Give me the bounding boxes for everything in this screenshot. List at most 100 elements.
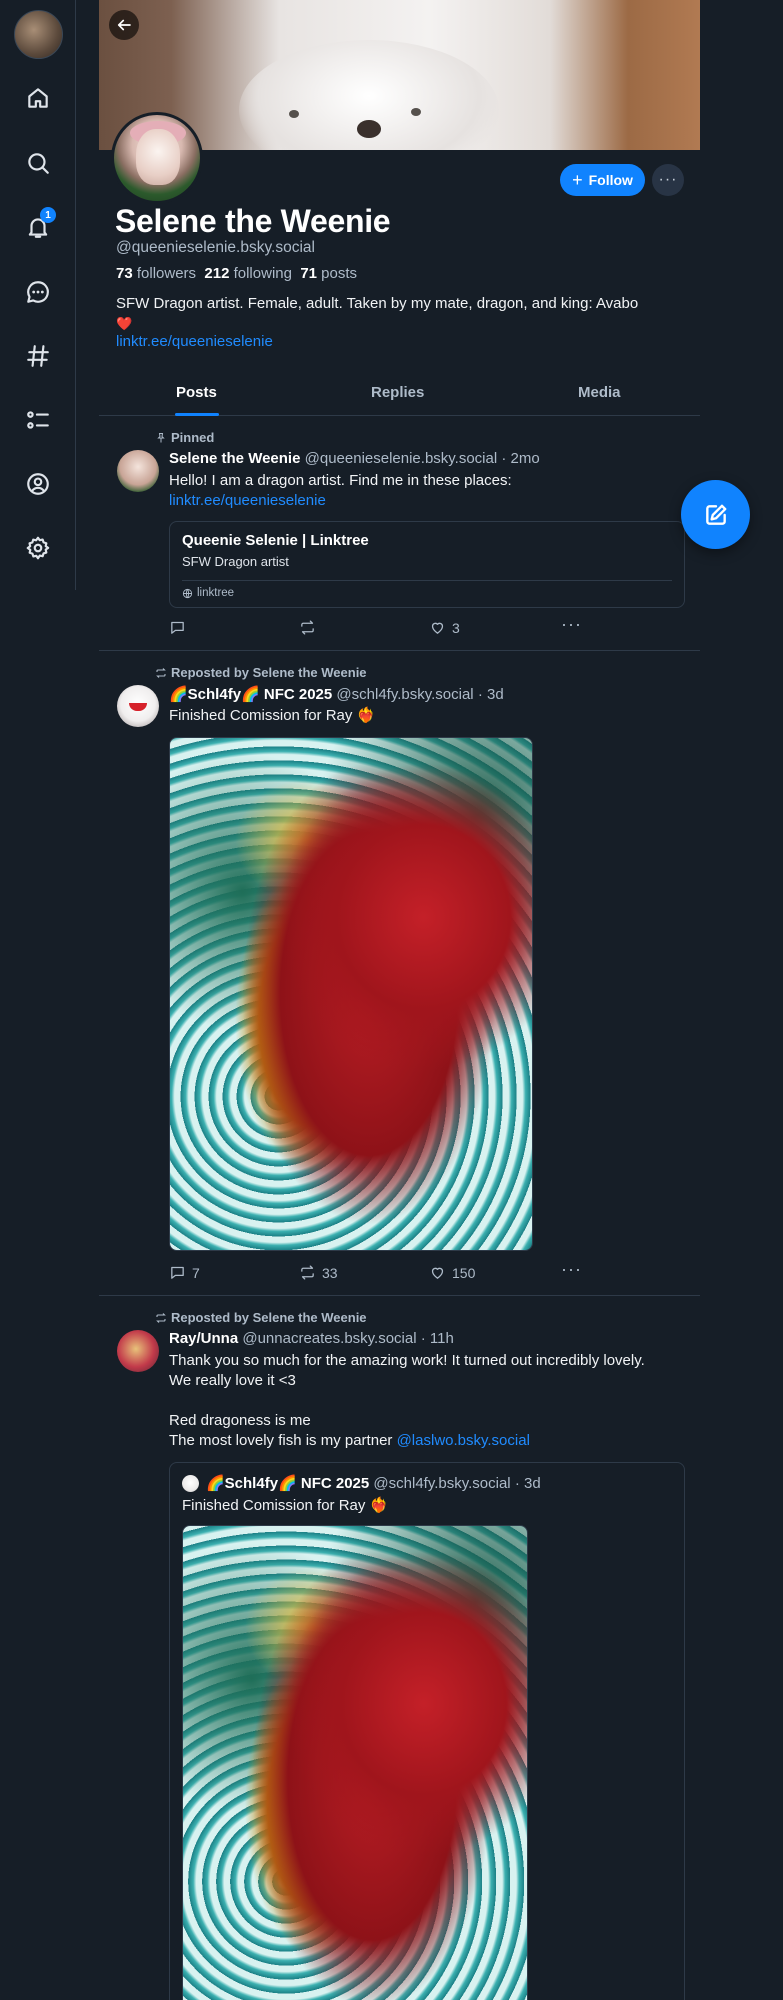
- globe-icon: [182, 588, 193, 598]
- repost-indicator: Reposted by Selene the Weenie: [155, 665, 367, 680]
- compose-post-button[interactable]: [681, 480, 750, 549]
- follow-label: Follow: [588, 172, 633, 188]
- post-time[interactable]: · 2mo: [501, 450, 539, 467]
- post-header: Selene the Weenie @queenieselenie.bsky.s…: [169, 450, 540, 467]
- post-time[interactable]: · 3d: [478, 686, 504, 703]
- quote-body: Finished Comission for Ray ❤️‍🔥: [182, 1497, 389, 1514]
- heart-icon: [431, 1267, 444, 1279]
- profile-stats: 73 followers 212 following 71 posts: [116, 265, 357, 282]
- post-link[interactable]: linktr.ee/queenieselenie: [169, 492, 326, 509]
- chat-bubble-icon: [27, 281, 49, 303]
- arrow-left-icon: [117, 19, 131, 31]
- quote-author-name: 🌈Schl4fy🌈 NFC 2025: [206, 1475, 370, 1492]
- quoted-post[interactable]: 🌈Schl4fy🌈 NFC 2025 @schl4fy.bsky.social …: [169, 1462, 685, 2000]
- quote-image-artwork[interactable]: [182, 1525, 528, 2000]
- post-author-avatar[interactable]: [117, 450, 159, 492]
- my-avatar[interactable]: [14, 10, 63, 59]
- more-options-button[interactable]: ···: [652, 164, 684, 196]
- post-author-handle[interactable]: @schl4fy.bsky.social: [336, 686, 473, 703]
- reply-button[interactable]: [169, 619, 192, 636]
- post-image-artwork[interactable]: [169, 737, 533, 1251]
- post-author-avatar[interactable]: [117, 685, 159, 727]
- post-divider: [99, 1295, 700, 1296]
- active-tab-indicator: [175, 413, 219, 416]
- feeds-nav-button[interactable]: [18, 336, 58, 376]
- list-icon: [27, 411, 49, 429]
- tab-media[interactable]: Media: [578, 384, 621, 401]
- profile-handle: @queenieselenie.bsky.social: [116, 239, 315, 256]
- post-header: 🌈Schl4fy🌈 NFC 2025 @schl4fy.bsky.social …: [169, 685, 504, 703]
- repost-icon: [301, 620, 314, 635]
- repost-button[interactable]: [299, 619, 322, 636]
- post-author-handle[interactable]: @unnacreates.bsky.social: [242, 1330, 416, 1347]
- post-body: Finished Comission for Ray ❤️‍🔥: [169, 707, 376, 724]
- post-body: Thank you so much for the amazing work! …: [169, 1352, 645, 1449]
- profile-avatar[interactable]: [111, 112, 203, 204]
- home-nav-button[interactable]: [18, 78, 58, 118]
- link-card-domain-row: linktree: [182, 587, 234, 599]
- repost-indicator: Reposted by Selene the Weenie: [155, 1310, 367, 1325]
- followers-stat[interactable]: 73 followers: [116, 265, 196, 282]
- quote-author-handle: @schl4fy.bsky.social: [373, 1475, 511, 1492]
- heart-emoji: ❤️: [116, 316, 133, 331]
- bio-link[interactable]: linktr.ee/queenieselenie: [116, 333, 273, 350]
- left-navigation: 1: [0, 0, 76, 590]
- back-button[interactable]: [109, 10, 139, 40]
- repost-button[interactable]: 33: [299, 1264, 338, 1281]
- post-more-button[interactable]: ···: [561, 1260, 582, 1278]
- post-divider: [99, 650, 700, 651]
- pinned-indicator: Pinned: [155, 430, 214, 445]
- home-icon: [28, 88, 48, 108]
- search-icon: [28, 153, 49, 174]
- reply-button[interactable]: 7: [169, 1264, 200, 1281]
- follow-button[interactable]: + Follow: [560, 164, 645, 196]
- post-actions: 7 33 150 ···: [169, 1260, 589, 1284]
- post-author-name[interactable]: Ray/Unna: [169, 1330, 238, 1347]
- profile-bio: SFW Dragon artist. Female, adult. Taken …: [116, 294, 686, 334]
- link-card[interactable]: Queenie Selenie | Linktree SFW Dragon ar…: [169, 521, 685, 608]
- post-time[interactable]: · 11h: [421, 1330, 454, 1347]
- reply-icon: [171, 1266, 184, 1279]
- post-author-name[interactable]: 🌈Schl4fy🌈 NFC 2025: [169, 686, 332, 703]
- post-author-name[interactable]: Selene the Weenie: [169, 450, 300, 467]
- search-nav-button[interactable]: [18, 143, 58, 183]
- post-actions: 3 ···: [169, 615, 589, 639]
- quote-header: 🌈Schl4fy🌈 NFC 2025 @schl4fy.bsky.social …: [206, 1474, 541, 1492]
- notification-badge: 1: [40, 207, 56, 223]
- like-button[interactable]: 3: [429, 619, 460, 636]
- post-more-button[interactable]: ···: [561, 615, 582, 633]
- like-button[interactable]: 150: [429, 1264, 475, 1281]
- profile-display-name: Selene the Weenie: [115, 203, 391, 239]
- gear-icon: [26, 536, 50, 560]
- link-card-description: SFW Dragon artist: [182, 554, 289, 569]
- repost-icon: [301, 1265, 314, 1280]
- notifications-nav-button[interactable]: 1: [18, 207, 58, 247]
- mention-link[interactable]: @laslwo.bsky.social: [397, 1432, 530, 1449]
- profile-nav-button[interactable]: [18, 464, 58, 504]
- heart-icon: [431, 622, 444, 634]
- profile-tabs: Posts Replies Media: [99, 372, 700, 416]
- reply-icon: [171, 621, 184, 634]
- pin-icon: [157, 432, 165, 442]
- user-circle-icon: [27, 473, 49, 495]
- settings-nav-button[interactable]: [18, 528, 58, 568]
- quote-time: · 3d: [514, 1475, 541, 1492]
- post-author-handle[interactable]: @queenieselenie.bsky.social: [305, 450, 498, 467]
- link-card-title: Queenie Selenie | Linktree: [182, 532, 369, 549]
- bio-text: SFW Dragon artist. Female, adult. Taken …: [116, 295, 639, 312]
- post-header: Ray/Unna @unnacreates.bsky.social · 11h: [169, 1330, 454, 1347]
- chat-nav-button[interactable]: [18, 272, 58, 312]
- plus-icon: +: [572, 170, 583, 190]
- tab-replies[interactable]: Replies: [371, 384, 424, 401]
- posts-stat: 71 posts: [300, 265, 358, 282]
- post-body: Hello! I am a dragon artist. Find me in …: [169, 472, 512, 509]
- compose-icon: [705, 504, 726, 525]
- following-stat[interactable]: 212 following: [204, 265, 292, 282]
- hashtag-icon: [27, 345, 49, 367]
- lists-nav-button[interactable]: [18, 400, 58, 440]
- tab-posts[interactable]: Posts: [176, 384, 217, 401]
- repost-icon: [156, 1312, 166, 1323]
- link-card-domain: linktree: [197, 587, 235, 599]
- repost-icon: [156, 667, 166, 678]
- post-author-avatar[interactable]: [117, 1330, 159, 1372]
